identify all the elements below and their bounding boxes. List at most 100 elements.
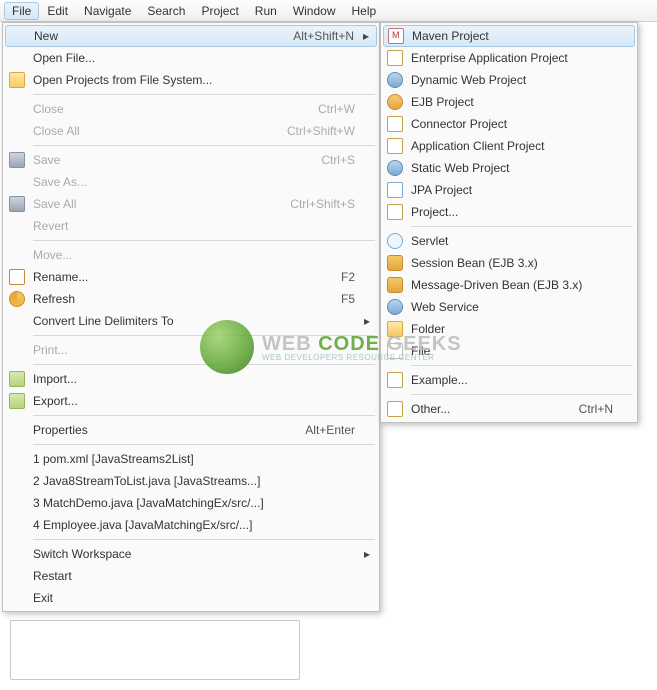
menu-item-label: Connector Project <box>407 117 619 131</box>
file-menu-item-open-file[interactable]: Open File... <box>5 47 377 69</box>
file-menu-item-refresh[interactable]: RefreshF5 <box>5 288 377 310</box>
file-menu-item-1-pom-xml-javastreams2list[interactable]: 1 pom.xml [JavaStreams2List] <box>5 448 377 470</box>
new-menu-item-web-service[interactable]: Web Service <box>383 296 635 318</box>
new-menu-item-static-web-project[interactable]: Static Web Project <box>383 157 635 179</box>
file-menu-item-properties[interactable]: PropertiesAlt+Enter <box>5 419 377 441</box>
menu-item-label: Session Bean (EJB 3.x) <box>407 256 619 270</box>
file-menu-item-4-employee-java-javamatchingex-src[interactable]: 4 Employee.java [JavaMatchingEx/src/...] <box>5 514 377 536</box>
file-menu-item-save-all[interactable]: Save AllCtrl+Shift+S <box>5 193 377 215</box>
separator <box>33 94 375 95</box>
maven-icon <box>388 28 404 44</box>
menu-item-accel: F2 <box>341 270 361 284</box>
file-menu-item-export[interactable]: Export... <box>5 390 377 412</box>
file-menu-item-restart[interactable]: Restart <box>5 565 377 587</box>
new-menu-item-example[interactable]: Example... <box>383 369 635 391</box>
menu-item-label: Save <box>29 153 321 167</box>
menubar-item-run[interactable]: Run <box>247 2 285 20</box>
bean-icon <box>387 277 403 293</box>
new-menu-item-jpa-project[interactable]: JPA Project <box>383 179 635 201</box>
new-menu-item-message-driven-bean-ejb-3-x[interactable]: Message-Driven Bean (EJB 3.x) <box>383 274 635 296</box>
menu-item-label: Export... <box>29 394 361 408</box>
refresh-icon <box>9 291 25 307</box>
file-menu-item-3-matchdemo-java-javamatchingex-src[interactable]: 3 MatchDemo.java [JavaMatchingEx/src/...… <box>5 492 377 514</box>
menu-item-label: Maven Project <box>408 29 618 43</box>
separator <box>33 145 375 146</box>
new-menu-item-maven-project[interactable]: Maven Project <box>383 25 635 47</box>
file-menu-item-close[interactable]: CloseCtrl+W <box>5 98 377 120</box>
menu-item-label: Dynamic Web Project <box>407 73 619 87</box>
file-menu-item-save[interactable]: SaveCtrl+S <box>5 149 377 171</box>
menubar-item-project[interactable]: Project <box>193 2 246 20</box>
new-menu-item-file[interactable]: File <box>383 340 635 362</box>
menu-item-label: 2 Java8StreamToList.java [JavaStreams...… <box>29 474 361 488</box>
separator <box>33 364 375 365</box>
separator <box>33 444 375 445</box>
menu-item-accel: Ctrl+Shift+W <box>287 124 361 138</box>
file-menu-item-print[interactable]: Print... <box>5 339 377 361</box>
menubar-item-file[interactable]: File <box>4 2 39 20</box>
menu-item-label: New <box>30 29 293 43</box>
save-icon <box>9 196 25 212</box>
file-menu-item-move[interactable]: Move... <box>5 244 377 266</box>
menubar-item-navigate[interactable]: Navigate <box>76 2 139 20</box>
menubar-item-help[interactable]: Help <box>344 2 385 20</box>
save-icon <box>9 152 25 168</box>
new-menu-item-folder[interactable]: Folder <box>383 318 635 340</box>
menu-item-label: Web Service <box>407 300 619 314</box>
new-menu-item-session-bean-ejb-3-x[interactable]: Session Bean (EJB 3.x) <box>383 252 635 274</box>
new-menu-item-connector-project[interactable]: Connector Project <box>383 113 635 135</box>
file-menu-item-save-as[interactable]: Save As... <box>5 171 377 193</box>
new-menu-item-servlet[interactable]: Servlet <box>383 230 635 252</box>
proj-icon <box>387 50 403 66</box>
file-menu-item-open-projects-from-file-system[interactable]: Open Projects from File System... <box>5 69 377 91</box>
menu-item-label: Folder <box>407 322 619 336</box>
menu-item-label: 1 pom.xml [JavaStreams2List] <box>29 452 361 466</box>
servlet-icon <box>387 233 403 249</box>
file-menu-item-switch-workspace[interactable]: Switch Workspace▸ <box>5 543 377 565</box>
new-menu-item-project[interactable]: Project... <box>383 201 635 223</box>
menu-item-label: Project... <box>407 205 619 219</box>
submenu-arrow-icon: ▸ <box>360 29 372 43</box>
bean-icon <box>387 255 403 271</box>
menu-item-label: Rename... <box>29 270 341 284</box>
menu-item-label: 4 Employee.java [JavaMatchingEx/src/...] <box>29 518 361 532</box>
separator <box>411 394 633 395</box>
file-menu-item-convert-line-delimiters-to[interactable]: Convert Line Delimiters To▸ <box>5 310 377 332</box>
file-menu-item-new[interactable]: NewAlt+Shift+N▸ <box>5 25 377 47</box>
file-menu-item-revert[interactable]: Revert <box>5 215 377 237</box>
file-menu-item-close-all[interactable]: Close AllCtrl+Shift+W <box>5 120 377 142</box>
menu-item-accel: F5 <box>341 292 361 306</box>
file-menu-item-rename[interactable]: Rename...F2 <box>5 266 377 288</box>
menu-item-label: Revert <box>29 219 361 233</box>
menu-item-label: Refresh <box>29 292 341 306</box>
new-menu-item-other[interactable]: Other...Ctrl+N <box>383 398 635 420</box>
menu-item-label: 3 MatchDemo.java [JavaMatchingEx/src/...… <box>29 496 361 510</box>
file-menu-item-exit[interactable]: Exit <box>5 587 377 609</box>
menu-item-label: Other... <box>407 402 579 416</box>
menubar-item-search[interactable]: Search <box>139 2 193 20</box>
separator <box>33 539 375 540</box>
file-menu-item-import[interactable]: Import... <box>5 368 377 390</box>
menu-item-label: Servlet <box>407 234 619 248</box>
menu-item-accel: Ctrl+Shift+S <box>290 197 361 211</box>
separator <box>33 335 375 336</box>
menu-item-label: EJB Project <box>407 95 619 109</box>
menu-item-label: Static Web Project <box>407 161 619 175</box>
new-menu-item-application-client-project[interactable]: Application Client Project <box>383 135 635 157</box>
new-menu-item-dynamic-web-project[interactable]: Dynamic Web Project <box>383 69 635 91</box>
menu-item-label: JPA Project <box>407 183 619 197</box>
menubar-item-edit[interactable]: Edit <box>39 2 76 20</box>
menu-item-label: Move... <box>29 248 361 262</box>
new-menu-item-enterprise-application-project[interactable]: Enterprise Application Project <box>383 47 635 69</box>
folder-icon <box>9 72 25 88</box>
export-icon <box>9 393 25 409</box>
new-menu-item-ejb-project[interactable]: EJB Project <box>383 91 635 113</box>
web-icon <box>387 72 403 88</box>
menubar-item-window[interactable]: Window <box>285 2 344 20</box>
menu-item-label: Enterprise Application Project <box>407 51 619 65</box>
menu-item-label: Example... <box>407 373 619 387</box>
file-menu-item-2-java8streamtolist-java-javastreams[interactable]: 2 Java8StreamToList.java [JavaStreams...… <box>5 470 377 492</box>
menu-item-label: Application Client Project <box>407 139 619 153</box>
jpa-icon <box>387 182 403 198</box>
menu-item-label: Restart <box>29 569 361 583</box>
